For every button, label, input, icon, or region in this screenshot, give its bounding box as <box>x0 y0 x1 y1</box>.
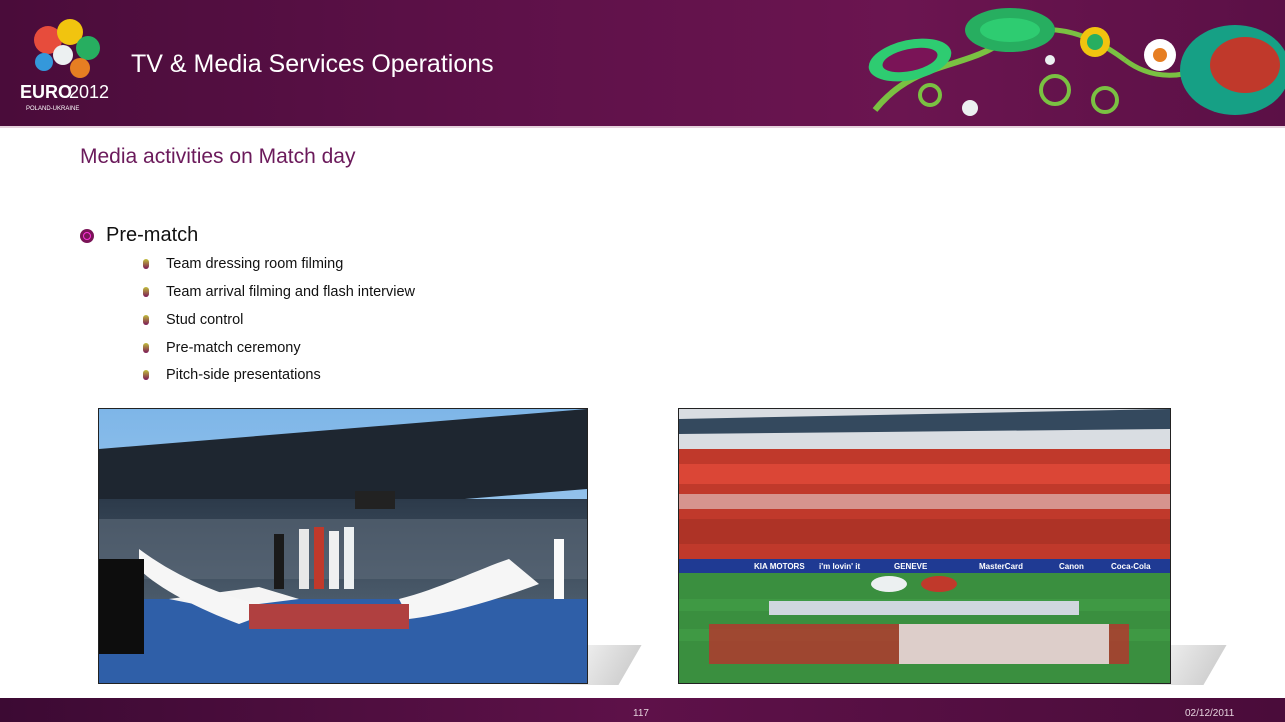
section-label: Pre-match <box>106 224 199 246</box>
ad-board-label: Canon <box>1059 562 1084 571</box>
list-item: Team arrival filming and flash interview <box>143 284 415 300</box>
list-item: Stud control <box>143 312 243 328</box>
bullet-icon <box>80 228 94 243</box>
list-item: Pre-match ceremony <box>143 340 301 356</box>
header-title: TV & Media Services Operations <box>131 50 494 78</box>
svg-text:2012: 2012 <box>69 82 109 102</box>
euro2012-logo: EURO 2012 POLAND-UKRAINE <box>20 19 109 112</box>
section-heading: Pre-match <box>80 224 198 247</box>
ad-board-label: Coca-Cola <box>1111 562 1151 571</box>
list-item: Pitch-side presentations <box>143 367 321 383</box>
slide-subtitle: Media activities on Match day <box>80 145 356 168</box>
lineup-photo-image: KIA MOTORS i'm lovin' it GENEVE MasterCa… <box>679 409 1170 683</box>
list-item-label: Pitch-side presentations <box>166 367 321 383</box>
page-number: 117 <box>633 708 649 719</box>
list-item-label: Team arrival filming and flash interview <box>166 284 416 300</box>
bullet-icon <box>143 343 149 353</box>
list-item-label: Pre-match ceremony <box>166 340 301 356</box>
ad-board-label: KIA MOTORS <box>754 562 805 571</box>
list-item: Team dressing room filming <box>143 256 343 272</box>
slide-header: EURO 2012 POLAND-UKRAINE TV & Media Serv… <box>0 0 1285 128</box>
list-item-label: Stud control <box>166 312 244 328</box>
stadium-flower-decoration <box>868 8 1285 116</box>
list-item-label: Team dressing room filming <box>166 256 344 272</box>
slide-date: 02/12/2011 <box>1185 708 1235 719</box>
bullet-icon <box>143 370 149 380</box>
bullet-icon <box>143 259 149 269</box>
svg-text:POLAND-UKRAINE: POLAND-UKRAINE <box>26 106 79 112</box>
photo-pre-match-ceremony: KIA MOTORS i'm lovin' it GENEVE MasterCa… <box>678 408 1171 684</box>
header-divider <box>0 126 1285 128</box>
photo-pitchside-studio <box>98 408 588 684</box>
ad-board-label: MasterCard <box>979 562 1023 571</box>
ad-board-label: i'm lovin' it <box>819 562 860 571</box>
bullet-icon <box>143 287 149 297</box>
studio-photo-image <box>99 409 587 683</box>
bullet-icon <box>143 315 149 325</box>
svg-text:EURO: EURO <box>20 82 72 102</box>
ad-board-label: GENEVE <box>894 562 928 571</box>
